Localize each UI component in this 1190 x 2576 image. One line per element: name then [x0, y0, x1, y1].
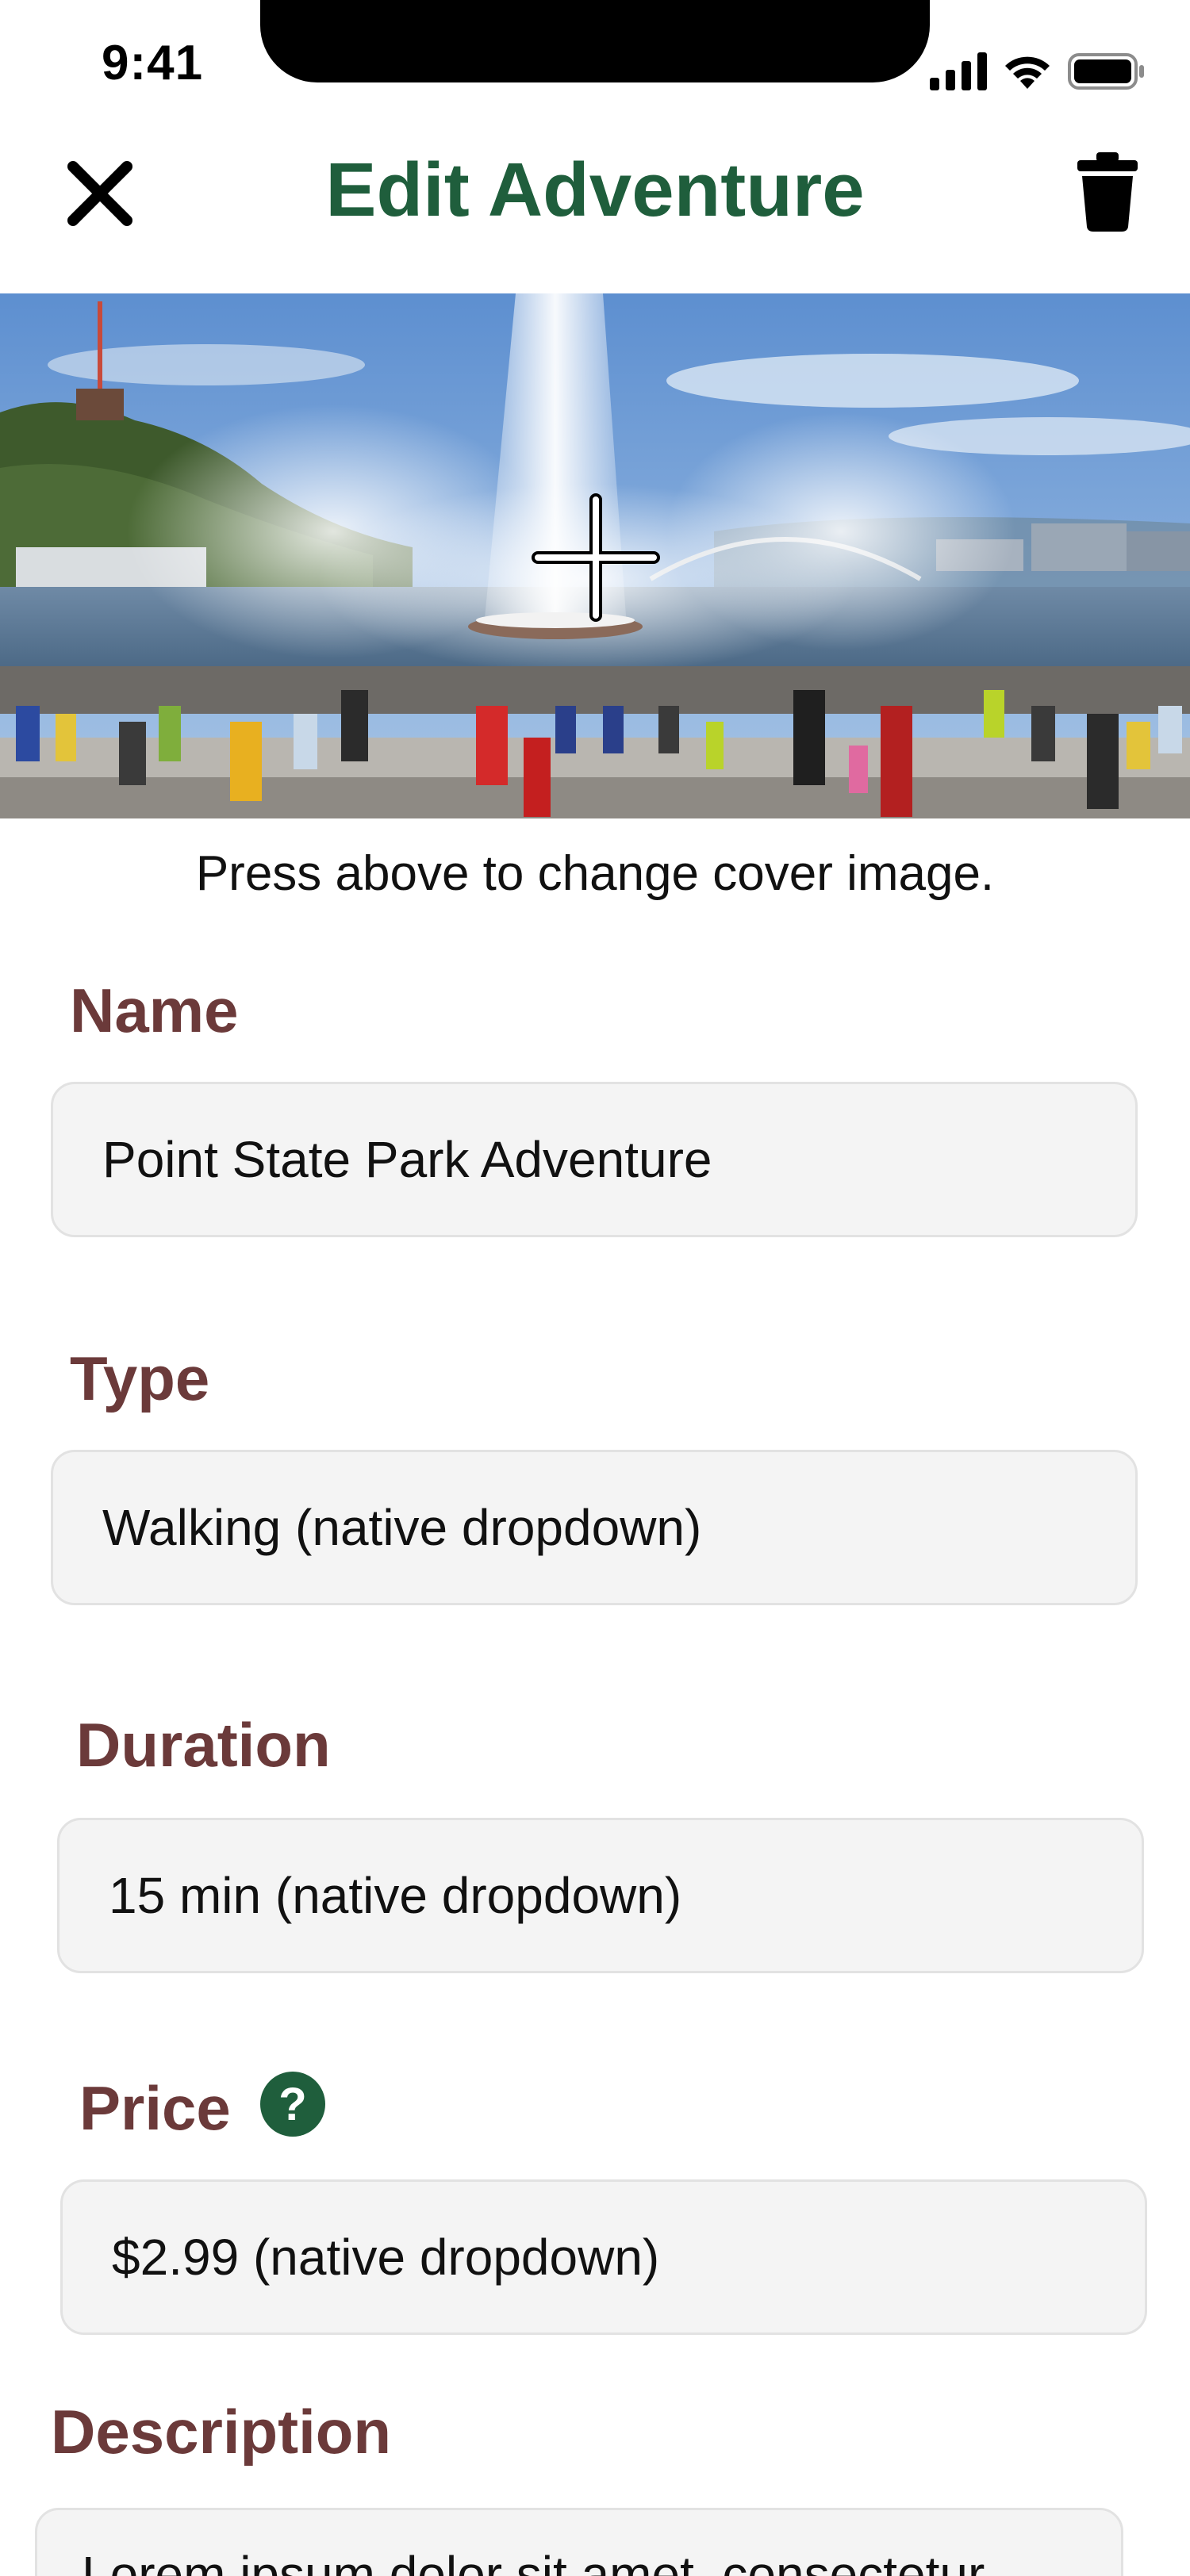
duration-label: Duration — [76, 1710, 331, 1780]
name-label: Name — [70, 976, 239, 1045]
price-label: Price — [79, 2073, 231, 2143]
navigation-header: Edit Adventure — [0, 119, 1190, 293]
description-field-value: Lorem ipsum dolor sit amet, consectetur — [82, 2546, 985, 2576]
name-field-value: Point State Park Adventure — [102, 1131, 712, 1188]
name-field[interactable]: Point State Park Adventure — [51, 1082, 1138, 1237]
duration-dropdown-value: 15 min (native dropdown) — [109, 1867, 682, 1924]
type-dropdown-value: Walking (native dropdown) — [102, 1499, 702, 1556]
cellular-signal-icon — [930, 52, 987, 90]
wifi-icon — [1005, 56, 1050, 89]
status-bar: 9:41 — [0, 0, 1190, 119]
page-title: Edit Adventure — [325, 148, 865, 232]
device-notch — [260, 0, 930, 82]
cover-image-hint: Press above to change cover image. — [195, 846, 995, 901]
edit-adventure-screen: 9:41 Edit Adventure Press above to chang… — [0, 0, 1190, 2576]
battery-icon — [1068, 53, 1144, 90]
description-label: Description — [51, 2397, 392, 2467]
description-field[interactable]: Lorem ipsum dolor sit amet, consectetur — [35, 2508, 1123, 2576]
trash-icon[interactable] — [1076, 152, 1139, 232]
status-icons — [930, 43, 1146, 90]
duration-dropdown[interactable]: 15 min (native dropdown) — [57, 1818, 1144, 1973]
price-dropdown-value: $2.99 (native dropdown) — [112, 2229, 660, 2286]
type-label: Type — [70, 1344, 210, 1413]
status-time: 9:41 — [102, 36, 204, 90]
help-icon[interactable]: ? — [260, 2072, 325, 2137]
plus-icon — [532, 493, 660, 622]
cover-image-picker[interactable] — [0, 293, 1190, 818]
type-dropdown[interactable]: Walking (native dropdown) — [51, 1450, 1138, 1605]
price-dropdown[interactable]: $2.99 (native dropdown) — [60, 2179, 1147, 2335]
